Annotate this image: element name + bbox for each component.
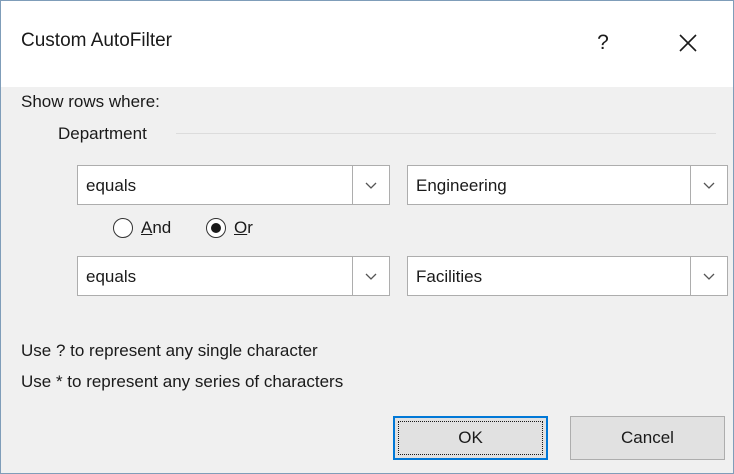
- value-combo-2[interactable]: Facilities: [407, 256, 728, 296]
- value-combo-1-value: Engineering: [416, 176, 507, 195]
- chevron-down-icon: [365, 182, 377, 189]
- or-radio[interactable]: Or: [206, 218, 253, 238]
- operator-select-2-value: equals: [86, 267, 137, 286]
- dropdown-button-3[interactable]: [352, 257, 389, 295]
- dropdown-button-1[interactable]: [352, 166, 389, 204]
- group-label-department: Department: [58, 124, 147, 143]
- dropdown-button-4[interactable]: [690, 257, 727, 295]
- value-combo-2-value: Facilities: [416, 267, 483, 286]
- operator-select-1-value: equals: [86, 176, 137, 195]
- or-radio-label: Or: [234, 218, 253, 237]
- hint-single-char: Use ? to represent any single character: [21, 341, 318, 360]
- close-icon: [679, 34, 697, 52]
- help-button[interactable]: ?: [583, 23, 623, 63]
- or-radio-circle[interactable]: [206, 218, 226, 238]
- ok-button[interactable]: OK: [393, 416, 548, 460]
- dropdown-button-2[interactable]: [690, 166, 727, 204]
- group-divider: [176, 133, 716, 134]
- and-radio-circle[interactable]: [113, 218, 133, 238]
- cancel-button-label: Cancel: [621, 428, 674, 447]
- and-radio-label: And: [141, 218, 172, 237]
- value-combo-1[interactable]: Engineering: [407, 165, 728, 205]
- help-icon: ?: [597, 31, 609, 54]
- chevron-down-icon: [703, 182, 715, 189]
- show-rows-label: Show rows where:: [21, 92, 160, 111]
- chevron-down-icon: [703, 273, 715, 280]
- ok-button-label: OK: [458, 428, 483, 447]
- operator-select-1[interactable]: equals: [77, 165, 390, 205]
- close-button[interactable]: [668, 23, 708, 63]
- chevron-down-icon: [365, 273, 377, 280]
- operator-select-2[interactable]: equals: [77, 256, 390, 296]
- title-bar: Custom AutoFilter ?: [1, 1, 733, 87]
- custom-autofilter-dialog: Custom AutoFilter ? Show rows where: Dep…: [0, 0, 734, 474]
- cancel-button[interactable]: Cancel: [570, 416, 725, 460]
- and-radio[interactable]: And: [113, 218, 171, 238]
- hint-series-char: Use * to represent any series of charact…: [21, 372, 344, 391]
- dialog-title: Custom AutoFilter: [21, 30, 172, 51]
